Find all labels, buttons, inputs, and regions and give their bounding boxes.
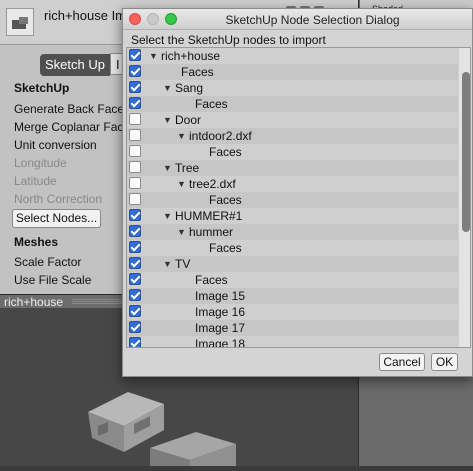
tree-node-row[interactable]: ▼ intdoor2.dxf [127, 128, 458, 144]
node-checkbox[interactable] [129, 49, 141, 61]
select-nodes-button[interactable]: Select Nodes... [12, 209, 101, 228]
tree-node-row[interactable]: ▼ tree2.dxf [127, 176, 458, 192]
node-checkbox[interactable] [129, 321, 141, 333]
node-checkbox[interactable] [129, 305, 141, 317]
importer-tabs: Sketch Up I [40, 53, 124, 76]
expand-triangle-icon[interactable]: ▼ [163, 163, 172, 173]
node-checkbox[interactable] [129, 161, 141, 173]
node-label: Tree [175, 161, 200, 175]
field-latitude: Latitude [14, 174, 57, 188]
dialog-title: SketchUp Node Selection Dialog [225, 13, 400, 27]
expand-triangle-icon[interactable]: ▼ [149, 51, 158, 61]
node-label: Faces [181, 65, 214, 79]
expand-triangle-icon[interactable]: ▼ [177, 179, 186, 189]
node-label: Door [175, 113, 202, 127]
expand-triangle-icon[interactable]: ▼ [163, 115, 172, 125]
tree-node-row[interactable]: Faces [127, 272, 458, 288]
tree-node-row[interactable]: Image 18 [127, 336, 458, 348]
node-checkbox[interactable] [129, 65, 141, 77]
node-tree[interactable]: ▼ rich+house Faces ▼ Sang Faces ▼ Door ▼ intdoor2… [126, 47, 471, 348]
node-tree-list: ▼ rich+house Faces ▼ Sang Faces ▼ Door ▼ intdoor2… [127, 48, 458, 348]
node-checkbox[interactable] [129, 193, 141, 205]
tree-node-row[interactable]: ▼ hummer [127, 224, 458, 240]
node-label: Faces [195, 97, 228, 111]
node-checkbox[interactable] [129, 225, 141, 237]
tree-node-row[interactable]: Faces [127, 192, 458, 208]
node-label: Faces [195, 273, 228, 287]
tree-scrollbar[interactable] [458, 48, 470, 347]
tree-node-row[interactable]: ▼ Sang [127, 80, 458, 96]
node-label: rich+house [161, 49, 221, 63]
node-selection-dialog: SketchUp Node Selection Dialog Select th… [122, 8, 473, 377]
tree-scrollbar-thumb[interactable] [462, 72, 470, 232]
expand-triangle-icon[interactable]: ▼ [177, 131, 186, 141]
expand-triangle-icon[interactable]: ▼ [177, 227, 186, 237]
node-checkbox[interactable] [129, 129, 141, 141]
tree-node-row[interactable]: ▼ Door [127, 112, 458, 128]
node-label: Faces [209, 145, 242, 159]
node-checkbox[interactable] [129, 113, 141, 125]
node-label: TV [175, 257, 191, 271]
tree-node-row[interactable]: ▼ HUMMER#1 [127, 208, 458, 224]
tab-sketchup[interactable]: Sketch Up [40, 54, 110, 76]
expand-triangle-icon[interactable]: ▼ [163, 83, 172, 93]
node-label: hummer [189, 225, 234, 239]
node-label: Sang [175, 81, 204, 95]
node-checkbox[interactable] [129, 337, 141, 347]
tree-node-row[interactable]: Faces [127, 144, 458, 160]
tree-node-row[interactable]: Faces [127, 64, 458, 80]
node-label: tree2.dxf [189, 177, 236, 191]
node-label: intdoor2.dxf [189, 129, 252, 143]
tree-node-row[interactable]: Image 16 [127, 304, 458, 320]
node-checkbox[interactable] [129, 81, 141, 93]
ok-button[interactable]: OK [431, 353, 458, 371]
cancel-button[interactable]: Cancel [379, 353, 425, 371]
model-asset-icon [6, 8, 34, 36]
section-meshes-heading: Meshes [14, 235, 59, 249]
node-checkbox[interactable] [129, 177, 141, 189]
node-label: Image 18 [195, 337, 246, 348]
node-checkbox[interactable] [129, 209, 141, 221]
expand-triangle-icon[interactable]: ▼ [163, 259, 172, 269]
node-checkbox[interactable] [129, 145, 141, 157]
field-generate-back-face: Generate Back Face [14, 102, 125, 116]
tree-node-row[interactable]: Faces [127, 96, 458, 112]
field-use-file-scale: Use File Scale [14, 273, 92, 287]
field-merge-coplanar-face: Merge Coplanar Face [14, 120, 131, 134]
tree-node-row[interactable]: ▼ Tree [127, 160, 458, 176]
field-north-correction: North Correction [14, 192, 103, 206]
expand-triangle-icon[interactable]: ▼ [163, 211, 172, 221]
tree-node-row[interactable]: ▼ TV [127, 256, 458, 272]
dialog-instruction: Select the SketchUp nodes to import [131, 33, 326, 47]
node-label: HUMMER#1 [175, 209, 243, 223]
field-unit-conversion: Unit conversion [14, 138, 97, 152]
dialog-titlebar[interactable]: SketchUp Node Selection Dialog [123, 9, 472, 30]
asset-title: rich+house Im [44, 8, 127, 23]
field-longitude: Longitude [14, 156, 67, 170]
tree-node-row[interactable]: Image 15 [127, 288, 458, 304]
scene-tab-title[interactable]: rich+house [4, 295, 63, 309]
node-checkbox[interactable] [129, 273, 141, 285]
tree-node-row[interactable]: Faces [127, 240, 458, 256]
node-label: Image 17 [195, 321, 246, 335]
field-scale-factor: Scale Factor [14, 255, 82, 269]
node-label: Faces [209, 241, 242, 255]
node-checkbox[interactable] [129, 97, 141, 109]
node-checkbox[interactable] [129, 257, 141, 269]
node-label: Image 16 [195, 305, 246, 319]
node-label: Image 15 [195, 289, 246, 303]
node-checkbox[interactable] [129, 241, 141, 253]
section-sketchup-heading: SketchUp [14, 81, 70, 95]
node-label: Faces [209, 193, 242, 207]
node-checkbox[interactable] [129, 289, 141, 301]
tree-node-row[interactable]: Image 17 [127, 320, 458, 336]
tree-node-row[interactable]: ▼ rich+house [127, 48, 458, 64]
